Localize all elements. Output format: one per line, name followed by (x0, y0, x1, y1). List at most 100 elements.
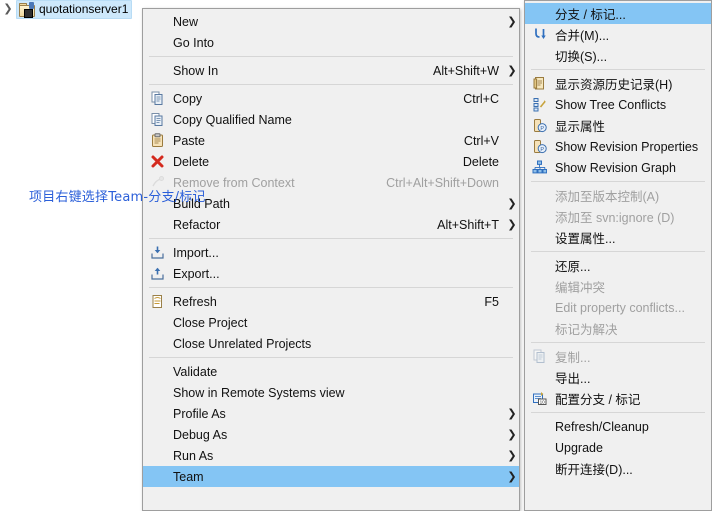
menu-item-icon-slot (143, 214, 171, 235)
annotation-text: 项目右键选择Team-分支/标记 (29, 190, 206, 205)
menu-item[interactable]: Export... (143, 263, 519, 284)
chevron-right-icon: ❯ (507, 198, 517, 210)
tree-row[interactable]: ❯ quotationserver1 (0, 0, 133, 19)
menu-item-icon-slot (143, 466, 171, 487)
menu-item-label: 显示资源历史记录(H) (555, 78, 673, 92)
menu-item[interactable]: Refresh F5 (143, 291, 519, 312)
menu-item[interactable]: 10 配置分支 / 标记 (525, 388, 711, 409)
menu-item-label: Debug As (173, 427, 228, 442)
menu-item-label: Run As (173, 448, 214, 463)
menu-item[interactable]: Paste Ctrl+V (143, 130, 519, 151)
menu-item-label: 添加至版本控制(A) (555, 190, 660, 204)
menu-item-label: Copy Qualified Name (173, 112, 292, 127)
menu-item-label: Refresh/Cleanup (555, 419, 649, 434)
menu-item[interactable]: Refresh/Cleanup (525, 416, 711, 437)
menu-item[interactable]: P Show Revision Properties (525, 136, 711, 157)
menu-item[interactable]: Profile As ❯ (143, 403, 519, 424)
menu-item[interactable]: Show Tree Conflicts (525, 94, 711, 115)
menu-item-label: Team (173, 469, 204, 484)
menu-item[interactable]: Team ❯ (143, 466, 519, 487)
menu-item-label: 还原... (555, 260, 591, 274)
menu-item[interactable]: Import... (143, 242, 519, 263)
menu-item-label: 合并(M)... (555, 29, 610, 43)
refresh-icon (143, 291, 171, 312)
menu-item[interactable]: 设置属性... (525, 227, 711, 248)
delete-x-icon (143, 151, 171, 172)
menu-item[interactable]: Show In Alt+Shift+W ❯ (143, 60, 519, 81)
menu-item-label: Profile As (173, 406, 226, 421)
menu-item-label: 显示属性 (555, 120, 606, 134)
menu-item: 标记为解决 (525, 318, 711, 339)
menu-item[interactable]: Copy Qualified Name (143, 109, 519, 130)
menu-item[interactable]: Copy Ctrl+C (143, 88, 519, 109)
menu-item[interactable]: Close Unrelated Projects (143, 333, 519, 354)
menu-item-icon-slot (143, 333, 171, 354)
history-icon (525, 73, 553, 94)
chevron-right-icon: ❯ (507, 219, 517, 231)
menu-item-icon-slot (525, 45, 553, 66)
menu-item-label: Show Revision Properties (555, 139, 699, 154)
menu-item-icon-slot (525, 318, 553, 339)
menu-item[interactable]: Go Into (143, 32, 519, 53)
menu-item-label: Show Tree Conflicts (555, 97, 667, 112)
project-context-menu[interactable]: New ❯ Go Into Show In Alt+Shift+W ❯ Copy Ctrl+C… (142, 8, 520, 511)
menu-item[interactable]: 断开连接(D)... (525, 458, 711, 479)
menu-item-icon-slot (143, 312, 171, 333)
revision-graph-icon (525, 157, 553, 178)
menu-item[interactable]: Show Revision Graph (525, 157, 711, 178)
menu-item[interactable]: 分支 / 标记... (525, 3, 711, 24)
menu-item-accelerator: Alt+Shift+T (437, 217, 499, 232)
menu-item-label: 断开连接(D)... (555, 463, 633, 477)
menu-item: 添加至版本控制(A) (525, 185, 711, 206)
chevron-right-icon[interactable]: ❯ (0, 0, 16, 18)
menu-item-icon-slot (143, 60, 171, 81)
menu-separator (149, 84, 513, 85)
menu-item[interactable]: 合并(M)... (525, 24, 711, 45)
menu-item-label: 标记为解决 (555, 323, 618, 337)
menu-item[interactable]: Show in Remote Systems view (143, 382, 519, 403)
menu-item-icon-slot (143, 424, 171, 445)
menu-item-label: Export... (173, 266, 220, 281)
menu-item-label: 添加至 svn:ignore (D) (555, 211, 675, 225)
paste-icon (143, 130, 171, 151)
menu-item-icon-slot (525, 227, 553, 248)
menu-item[interactable]: Refactor Alt+Shift+T ❯ (143, 214, 519, 235)
menu-item[interactable]: Debug As ❯ (143, 424, 519, 445)
menu-item-accelerator: Ctrl+Alt+Shift+Down (386, 175, 499, 190)
menu-item-label: Copy (173, 91, 203, 106)
menu-item-icon-slot (143, 361, 171, 382)
menu-item-label: Show in Remote Systems view (173, 385, 345, 400)
menu-item[interactable]: 切换(S)... (525, 45, 711, 66)
menu-item[interactable]: Run As ❯ (143, 445, 519, 466)
menu-item[interactable]: 导出... (525, 367, 711, 388)
export-icon (143, 263, 171, 284)
menu-item-icon-slot (525, 255, 553, 276)
menu-item[interactable]: P 显示属性 (525, 115, 711, 136)
menu-item-icon-slot (525, 276, 553, 297)
copy-icon (143, 88, 171, 109)
import-icon (143, 242, 171, 263)
menu-item-accelerator: Ctrl+V (463, 133, 499, 148)
team-submenu[interactable]: 分支 / 标记... 合并(M)... 切换(S)... 显示资源历史记录(H) Sho… (524, 0, 712, 511)
menu-item[interactable]: 显示资源历史记录(H) (525, 73, 711, 94)
menu-item: 复制... (525, 346, 711, 367)
tree-item-label: quotationserver1 (39, 2, 129, 16)
menu-item-icon-slot (143, 11, 171, 32)
menu-item[interactable]: New ❯ (143, 11, 519, 32)
tree-item-quotationserver1[interactable]: quotationserver1 (16, 0, 133, 19)
menu-item[interactable]: Upgrade (525, 437, 711, 458)
menu-item-icon-slot (525, 416, 553, 437)
menu-item-icon-slot (143, 382, 171, 403)
menu-item[interactable]: Delete Delete (143, 151, 519, 172)
menu-item-label: Build Path (173, 196, 230, 211)
menu-item-label: Close Project (173, 315, 248, 330)
menu-item-label: Paste (173, 133, 205, 148)
menu-item[interactable]: 还原... (525, 255, 711, 276)
menu-item[interactable]: Close Project (143, 312, 519, 333)
menu-item-accelerator: Delete (462, 154, 499, 169)
menu-item[interactable]: Validate (143, 361, 519, 382)
menu-item-icon-slot (143, 445, 171, 466)
menu-item-label: 设置属性... (555, 232, 616, 246)
menu-item-icon-slot (143, 403, 171, 424)
menu-item-label: Refresh (173, 294, 217, 309)
